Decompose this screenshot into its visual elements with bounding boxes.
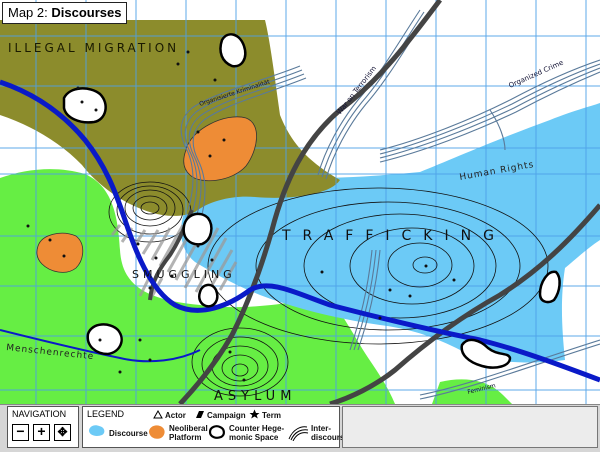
region-label-illegal-migration: ILLEGAL MIGRATION xyxy=(8,41,179,55)
info-panel xyxy=(342,406,598,448)
legend-neoliberal-label-2: Platform xyxy=(169,433,202,442)
region-label-asylum: ASYLUM xyxy=(214,389,296,404)
neoliberal-platform-icon xyxy=(149,425,165,439)
navigation-panel: NAVIGATION − + ✥ xyxy=(7,406,79,448)
discourse-blob-icon xyxy=(89,425,105,436)
navigation-title: NAVIGATION xyxy=(12,409,67,419)
legend-campaign-label: Campaign xyxy=(207,411,246,420)
legend-panel: LEGEND Actor Campaign Term Discourse Neo… xyxy=(82,406,349,448)
counter-hegemonic-space-illegal[interactable] xyxy=(62,87,107,124)
legend-inter-label-1: Inter- xyxy=(311,424,331,433)
legend-counter-label-1: Counter Hege- xyxy=(229,424,285,433)
legend-discourse-label: Discourse xyxy=(109,429,148,438)
counter-hegemonic-space-left[interactable] xyxy=(86,323,123,356)
counter-hegemonic-space-center[interactable] xyxy=(182,212,213,246)
legend-counter-label-2: monic Space xyxy=(229,433,279,442)
term-star-icon xyxy=(249,409,260,419)
counter-hegemonic-space-icon xyxy=(208,425,225,439)
region-label-trafficking: TRAFFICKING xyxy=(281,228,506,244)
interdiscourse-lines-icon xyxy=(288,426,309,441)
map-title: Map 2: Discourses xyxy=(2,2,128,24)
actor-triangle-icon xyxy=(153,410,163,419)
region-label-smuggling: SMUGGLING xyxy=(132,268,236,281)
zoom-in-button[interactable]: + xyxy=(33,424,50,441)
legend-term-label: Term xyxy=(262,411,281,420)
legend-neoliberal-label-1: Neoliberal xyxy=(169,424,208,433)
zoom-out-button[interactable]: − xyxy=(12,424,29,441)
map-title-prefix: Map 2: xyxy=(8,5,48,20)
counter-hegemonic-space-small[interactable] xyxy=(198,283,219,308)
map-title-main: Discourses xyxy=(51,5,122,20)
legend-actor-label: Actor xyxy=(165,411,186,420)
counter-hegemonic-space-top[interactable] xyxy=(219,33,247,68)
pan-button[interactable]: ✥ xyxy=(54,424,71,441)
discourse-map[interactable]: ILLEGAL MIGRATION SMUGGLING TRAFFICKING … xyxy=(0,0,600,404)
campaign-triangle-icon xyxy=(196,411,204,418)
legend-title: LEGEND xyxy=(87,409,125,419)
map-stage: ILLEGAL MIGRATION SMUGGLING TRAFFICKING … xyxy=(0,0,600,452)
